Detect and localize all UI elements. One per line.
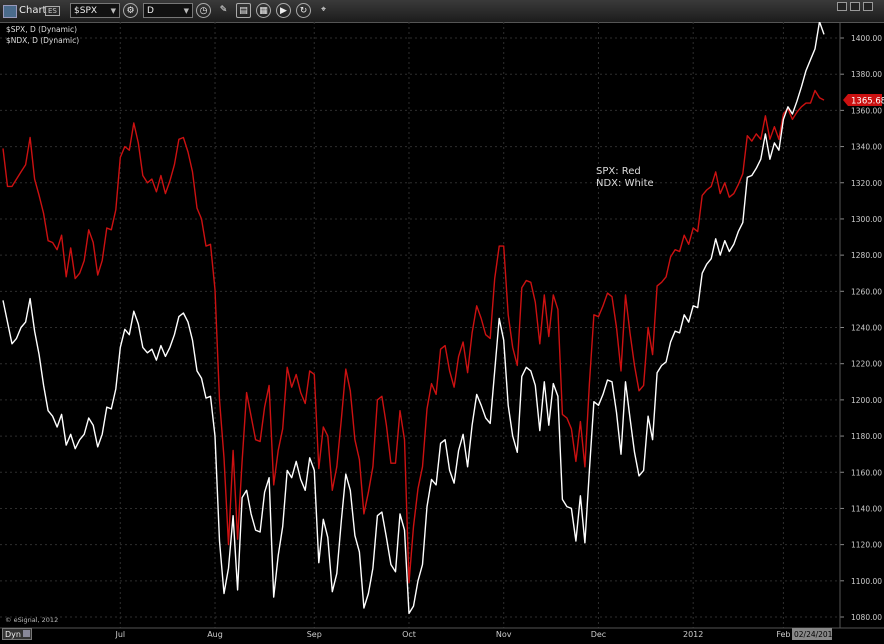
y-tick-label: 1340.00 bbox=[851, 143, 882, 152]
interval-input[interactable]: D ▼ bbox=[143, 3, 193, 18]
y-tick-label: 1160.00 bbox=[851, 468, 882, 477]
chart-window-icon bbox=[3, 5, 17, 18]
close-button[interactable] bbox=[863, 2, 873, 11]
y-tick-label: 1380.00 bbox=[851, 70, 882, 79]
last-price-tag: 1365.68 bbox=[843, 94, 884, 107]
y-tick-label: 1400.00 bbox=[851, 34, 882, 43]
y-tick-label: 1080.00 bbox=[851, 613, 882, 622]
x-axis: Jul Aug Sep Oct Nov Dec 2012 Feb bbox=[0, 627, 884, 639]
grid bbox=[0, 22, 840, 628]
y-tick-label: 1240.00 bbox=[851, 324, 882, 333]
y-tick-label: 1320.00 bbox=[851, 179, 882, 188]
symbol-search-icon[interactable]: ⚙ bbox=[123, 3, 138, 18]
x-tick-label: Jul bbox=[114, 630, 125, 639]
x-tick-label: Oct bbox=[402, 630, 416, 639]
annotation-spx: SPX: Red bbox=[596, 166, 641, 177]
refresh-icon[interactable]: ↻ bbox=[296, 3, 311, 18]
dynamic-mode-button[interactable]: Dyn bbox=[2, 628, 32, 640]
x-tick-label: Sep bbox=[307, 630, 322, 639]
draw-pencil-icon[interactable]: ✎ bbox=[216, 3, 231, 18]
symbol-input[interactable]: $SPX ▼ bbox=[70, 3, 120, 18]
y-tick-label: 1220.00 bbox=[851, 360, 882, 369]
mode-icon bbox=[22, 630, 30, 637]
chevron-down-icon[interactable]: ▼ bbox=[111, 4, 116, 19]
copyright-label: © eSignal, 2012 bbox=[5, 616, 59, 624]
y-tick-label: 1140.00 bbox=[851, 504, 882, 513]
x-tick-label: Nov bbox=[496, 630, 512, 639]
layout-icon[interactable]: ▦ bbox=[256, 3, 271, 18]
y-tick-label: 1180.00 bbox=[851, 432, 882, 441]
y-tick-label: 1280.00 bbox=[851, 251, 882, 260]
interval-icon[interactable]: ◷ bbox=[196, 3, 211, 18]
annotation: SPX: Red NDX: White bbox=[596, 166, 654, 189]
y-tick-label: 1300.00 bbox=[851, 215, 882, 224]
x-tick-label: Feb bbox=[776, 630, 790, 639]
restore-button[interactable] bbox=[850, 2, 860, 11]
x-tick-label: 2012 bbox=[683, 630, 703, 639]
window-badge: ES bbox=[45, 6, 60, 16]
y-tick-label: 1120.00 bbox=[851, 541, 882, 550]
annotation-ndx: NDX: White bbox=[596, 178, 654, 189]
price-chart[interactable]: 1080.00 1100.00 1120.00 1140.00 1160.00 1180.… bbox=[0, 22, 884, 644]
x-tick-label: Aug bbox=[207, 630, 223, 639]
legend-spx: $SPX, D (Dynamic) bbox=[6, 25, 78, 34]
y-tick-label: 1260.00 bbox=[851, 287, 882, 296]
window-title: Chart bbox=[19, 5, 47, 16]
title-bar: Chart ES $SPX ▼ ⚙ D ▼ ◷ ✎ ▤ ▦ ▶ ↻ ⌖ bbox=[0, 0, 884, 23]
last-price-label: 1365.68 bbox=[851, 97, 884, 107]
play-icon[interactable]: ▶ bbox=[276, 3, 291, 18]
x-tick-label: Dec bbox=[591, 630, 606, 639]
y-tick-label: 1100.00 bbox=[851, 577, 882, 586]
y-tick-label: 1200.00 bbox=[851, 396, 882, 405]
chevron-down-icon[interactable]: ▼ bbox=[184, 4, 189, 19]
y-axis: 1080.00 1100.00 1120.00 1140.00 1160.00 1180.… bbox=[839, 22, 882, 628]
cursor-icon[interactable]: ⌖ bbox=[316, 3, 331, 18]
y-tick-label: 1360.00 bbox=[851, 106, 882, 115]
legend-ndx: $NDX, D (Dynamic) bbox=[6, 36, 80, 45]
cursor-date-label: 02/24/2012 bbox=[794, 630, 837, 639]
chart-type-icon[interactable]: ▤ bbox=[236, 3, 251, 18]
minimize-button[interactable] bbox=[837, 2, 847, 11]
